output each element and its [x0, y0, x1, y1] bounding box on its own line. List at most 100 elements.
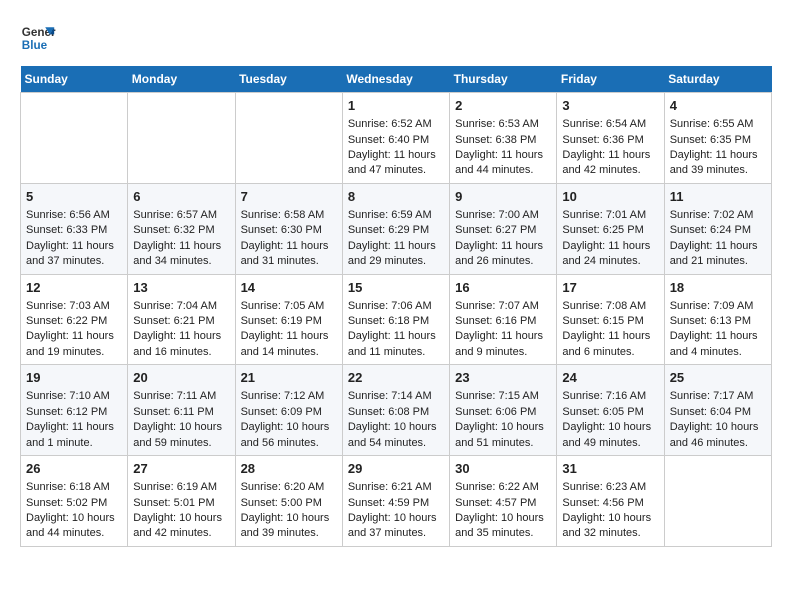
day-info: Sunset: 6:19 PM	[241, 314, 337, 329]
day-number: 25	[670, 369, 766, 387]
calendar-cell	[128, 93, 235, 184]
day-info: Sunrise: 7:17 AM	[670, 389, 766, 404]
day-info: Daylight: 11 hours and 37 minutes.	[26, 239, 122, 270]
calendar-cell	[21, 93, 128, 184]
weekday-header-tuesday: Tuesday	[235, 66, 342, 93]
day-info: Daylight: 10 hours and 54 minutes.	[348, 420, 444, 451]
calendar-cell: 10 Sunrise: 7:01 AMSunset: 6:25 PMDayligh…	[557, 183, 664, 274]
calendar-cell: 12Sunrise: 7:03 AMSunset: 6:22 PMDayligh…	[21, 274, 128, 365]
calendar-cell: 7Sunrise: 6:58 AMSunset: 6:30 PMDaylight…	[235, 183, 342, 274]
day-number: 27	[133, 460, 229, 478]
day-info: Daylight: 11 hours and 31 minutes.	[241, 239, 337, 270]
day-info: Daylight: 11 hours and 9 minutes.	[455, 329, 551, 360]
day-info: Sunrise: 6:56 AM	[26, 208, 122, 223]
day-info: Sunset: 6:12 PM	[26, 405, 122, 420]
day-number: 3	[562, 97, 658, 115]
calendar-week-3: 12Sunrise: 7:03 AMSunset: 6:22 PMDayligh…	[21, 274, 772, 365]
day-info: Sunrise: 7:03 AM	[26, 299, 122, 314]
calendar-body: 1Sunrise: 6:52 AMSunset: 6:40 PMDaylight…	[21, 93, 772, 547]
day-number: 1	[348, 97, 444, 115]
day-info: Sunrise: 7:01 AM	[562, 208, 658, 223]
day-info: Sunrise: 7:15 AM	[455, 389, 551, 404]
day-info: Sunrise: 6:21 AM	[348, 480, 444, 495]
day-info: Sunrise: 6:54 AM	[562, 117, 658, 132]
day-info: Sunrise: 6:52 AM	[348, 117, 444, 132]
day-info: Sunrise: 7:06 AM	[348, 299, 444, 314]
day-number: 30	[455, 460, 551, 478]
weekday-header-thursday: Thursday	[450, 66, 557, 93]
day-info: Daylight: 11 hours and 1 minute.	[26, 420, 122, 451]
calendar-cell: 3 Sunrise: 6:54 AMSunset: 6:36 PMDaylight…	[557, 93, 664, 184]
calendar-cell: 17Sunrise: 7:08 AMSunset: 6:15 PMDayligh…	[557, 274, 664, 365]
day-number: 23	[455, 369, 551, 387]
calendar-cell: 29 Sunrise: 6:21 AMSunset: 4:59 PMDayligh…	[342, 456, 449, 547]
day-info: Sunset: 4:57 PM	[455, 496, 551, 511]
day-info: Sunset: 5:01 PM	[133, 496, 229, 511]
day-number: 18	[670, 279, 766, 297]
day-info: Sunset: 6:15 PM	[562, 314, 658, 329]
calendar-cell	[664, 456, 771, 547]
day-info: Daylight: 10 hours and 56 minutes.	[241, 420, 337, 451]
calendar-cell: 19 Sunrise: 7:10 AMSunset: 6:12 PMDayligh…	[21, 365, 128, 456]
day-info: Sunset: 6:04 PM	[670, 405, 766, 420]
day-info: Sunset: 6:36 PM	[562, 133, 658, 148]
weekday-header-saturday: Saturday	[664, 66, 771, 93]
calendar-cell: 5Sunrise: 6:56 AMSunset: 6:33 PMDaylight…	[21, 183, 128, 274]
calendar-cell: 23Sunrise: 7:15 AMSunset: 6:06 PMDayligh…	[450, 365, 557, 456]
day-info: Daylight: 11 hours and 39 minutes.	[670, 148, 766, 179]
day-info: Daylight: 11 hours and 26 minutes.	[455, 239, 551, 270]
day-info: Sunset: 6:16 PM	[455, 314, 551, 329]
day-number: 16	[455, 279, 551, 297]
day-info: Sunset: 6:21 PM	[133, 314, 229, 329]
day-info: Sunrise: 6:22 AM	[455, 480, 551, 495]
calendar-cell: 1Sunrise: 6:52 AMSunset: 6:40 PMDaylight…	[342, 93, 449, 184]
day-number: 19	[26, 369, 122, 387]
calendar-cell: 24Sunrise: 7:16 AMSunset: 6:05 PMDayligh…	[557, 365, 664, 456]
day-number: 21	[241, 369, 337, 387]
day-info: Sunset: 6:09 PM	[241, 405, 337, 420]
day-info: Sunset: 6:13 PM	[670, 314, 766, 329]
weekday-header-friday: Friday	[557, 66, 664, 93]
day-info: Daylight: 11 hours and 21 minutes.	[670, 239, 766, 270]
day-info: Sunrise: 7:04 AM	[133, 299, 229, 314]
day-info: Daylight: 11 hours and 24 minutes.	[562, 239, 658, 270]
calendar-cell: 31Sunrise: 6:23 AMSunset: 4:56 PMDayligh…	[557, 456, 664, 547]
day-info: Sunset: 6:08 PM	[348, 405, 444, 420]
day-info: Daylight: 10 hours and 35 minutes.	[455, 511, 551, 542]
day-info: Sunset: 4:59 PM	[348, 496, 444, 511]
day-number: 22	[348, 369, 444, 387]
day-info: Daylight: 10 hours and 37 minutes.	[348, 511, 444, 542]
weekday-header-wednesday: Wednesday	[342, 66, 449, 93]
calendar-cell: 26Sunrise: 6:18 AMSunset: 5:02 PMDayligh…	[21, 456, 128, 547]
day-info: Sunset: 6:25 PM	[562, 223, 658, 238]
calendar-week-2: 5Sunrise: 6:56 AMSunset: 6:33 PMDaylight…	[21, 183, 772, 274]
day-info: Daylight: 10 hours and 59 minutes.	[133, 420, 229, 451]
calendar-table: SundayMondayTuesdayWednesdayThursdayFrid…	[20, 66, 772, 547]
day-info: Daylight: 11 hours and 19 minutes.	[26, 329, 122, 360]
logo: General Blue	[20, 20, 56, 56]
day-number: 20	[133, 369, 229, 387]
day-info: Sunset: 6:38 PM	[455, 133, 551, 148]
day-info: Sunset: 6:32 PM	[133, 223, 229, 238]
day-number: 5	[26, 188, 122, 206]
day-number: 29	[348, 460, 444, 478]
day-info: Sunset: 6:30 PM	[241, 223, 337, 238]
calendar-cell: 22Sunrise: 7:14 AMSunset: 6:08 PMDayligh…	[342, 365, 449, 456]
day-info: Sunset: 6:24 PM	[670, 223, 766, 238]
calendar-week-1: 1Sunrise: 6:52 AMSunset: 6:40 PMDaylight…	[21, 93, 772, 184]
day-info: Daylight: 11 hours and 44 minutes.	[455, 148, 551, 179]
day-number: 10	[562, 188, 658, 206]
day-info: Sunrise: 6:59 AM	[348, 208, 444, 223]
calendar-cell	[235, 93, 342, 184]
day-info: Daylight: 11 hours and 42 minutes.	[562, 148, 658, 179]
day-info: Sunset: 5:02 PM	[26, 496, 122, 511]
day-info: Sunset: 6:27 PM	[455, 223, 551, 238]
day-info: Sunrise: 7:16 AM	[562, 389, 658, 404]
day-info: Daylight: 10 hours and 46 minutes.	[670, 420, 766, 451]
calendar-cell: 13Sunrise: 7:04 AMSunset: 6:21 PMDayligh…	[128, 274, 235, 365]
day-info: Daylight: 10 hours and 49 minutes.	[562, 420, 658, 451]
day-info: Sunrise: 6:18 AM	[26, 480, 122, 495]
day-info: Sunrise: 7:10 AM	[26, 389, 122, 404]
calendar-cell: 8Sunrise: 6:59 AMSunset: 6:29 PMDaylight…	[342, 183, 449, 274]
day-info: Sunset: 6:06 PM	[455, 405, 551, 420]
